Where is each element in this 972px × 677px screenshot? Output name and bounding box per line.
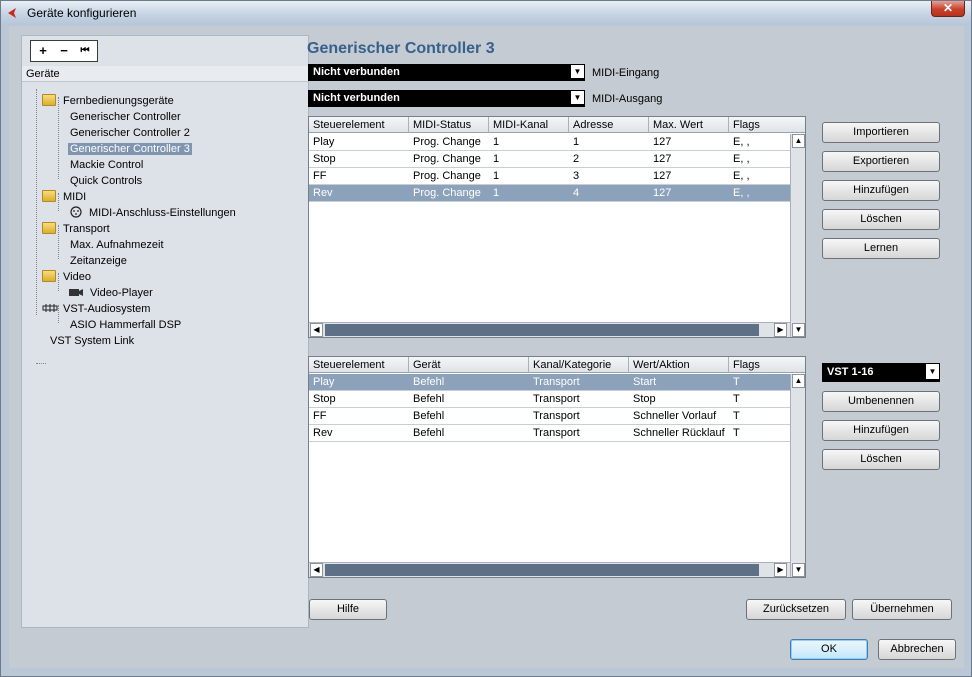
column-header[interactable]: MIDI-Kanal [489, 117, 569, 133]
table-row[interactable]: Rev Prog. Change 1 4 127 E, , [309, 185, 790, 202]
tree-item-transport[interactable]: Transport [42, 221, 112, 237]
device-tree-panel: + − ⏮ Geräte Fernbedienungsgeräte Generi… [21, 35, 309, 628]
column-header[interactable]: MIDI-Status [409, 117, 489, 133]
bank-select[interactable]: VST 1-16 ▼ [822, 363, 940, 382]
tree-item-asio-hammerfall[interactable]: ASIO Hammerfall DSP [68, 317, 183, 333]
vertical-scrollbar[interactable]: ▲ ▼ [790, 374, 805, 577]
tree-item-midi[interactable]: MIDI [42, 189, 88, 205]
horizontal-scrollbar[interactable]: ◀ ▶ [309, 562, 790, 577]
apply-button[interactable]: Übernehmen [852, 599, 952, 620]
reset-button[interactable]: Zurücksetzen [746, 599, 846, 620]
assignments-table: Steuerelement Gerät Kanal/Kategorie Wert… [308, 356, 806, 578]
column-header[interactable]: Kanal/Kategorie [529, 357, 629, 373]
tree-item-generic-controller-3[interactable]: Generischer Controller 3 [68, 141, 192, 157]
midi-port-icon [70, 206, 82, 218]
tree-item-time-display[interactable]: Zeitanzeige [68, 253, 129, 269]
close-icon: ✕ [942, 1, 954, 15]
client-area: + − ⏮ Geräte Fernbedienungsgeräte Generi… [9, 26, 964, 636]
table-header: Steuerelement Gerät Kanal/Kategorie Wert… [309, 357, 805, 373]
cubase-logo-icon [8, 8, 16, 18]
reset-tree-button[interactable]: ⏮ [76, 43, 94, 59]
video-icon [69, 289, 83, 296]
midi-output-select[interactable]: Nicht verbunden ▼ [308, 90, 585, 107]
folder-icon [42, 222, 56, 234]
column-header[interactable]: Max. Wert [649, 117, 729, 133]
vertical-scrollbar[interactable]: ▲ ▼ [790, 134, 805, 337]
folder-icon [42, 270, 56, 282]
scroll-right-icon[interactable]: ▶ [774, 323, 787, 337]
audio-system-icon [42, 304, 58, 312]
column-header[interactable]: Steuerelement [309, 117, 409, 133]
table-row[interactable]: FF Prog. Change 1 3 127 E, , [309, 168, 790, 185]
scroll-up-icon[interactable]: ▲ [792, 134, 805, 148]
add-bank-button[interactable]: Hinzufügen [822, 420, 940, 441]
window-title: Geräte konfigurieren [27, 6, 137, 20]
export-button[interactable]: Exportieren [822, 151, 940, 172]
tree-item-max-record-time[interactable]: Max. Aufnahmezeit [68, 237, 166, 253]
scroll-left-icon[interactable]: ◀ [310, 563, 323, 577]
learn-button[interactable]: Lernen [822, 238, 940, 259]
table-row[interactable]: Stop Prog. Change 1 2 127 E, , [309, 151, 790, 168]
tree-item-midi-port-setup[interactable]: MIDI-Anschluss-Einstellungen [70, 205, 238, 221]
midi-input-label: MIDI-Eingang [592, 67, 660, 79]
horizontal-scrollbar[interactable]: ◀ ▶ [309, 322, 790, 337]
rename-button[interactable]: Umbenennen [822, 391, 940, 412]
folder-icon [42, 94, 56, 106]
column-header[interactable]: Flags [729, 357, 805, 373]
chevron-down-icon: ▼ [926, 364, 939, 379]
add-device-button[interactable]: + [34, 43, 52, 59]
scroll-thumb[interactable] [325, 324, 759, 336]
add-control-button[interactable]: Hinzufügen [822, 180, 940, 201]
table-row[interactable]: Play Prog. Change 1 1 127 E, , [309, 134, 790, 151]
column-header[interactable]: Wert/Aktion [629, 357, 729, 373]
cancel-button[interactable]: Abbrechen [878, 639, 956, 660]
table-header: Steuerelement MIDI-Status MIDI-Kanal Adr… [309, 117, 805, 133]
controller-title: Generischer Controller 3 [307, 40, 495, 57]
dialog-footer: OK Abbrechen [9, 636, 964, 668]
scroll-down-icon[interactable]: ▼ [792, 323, 805, 337]
dialog-window: Geräte konfigurieren ✕ + − ⏮ Geräte Fern… [0, 0, 972, 677]
tree-item-vst-system-link[interactable]: VST System Link [48, 333, 136, 349]
ok-button[interactable]: OK [790, 639, 868, 660]
midi-input-select[interactable]: Nicht verbunden ▼ [308, 64, 585, 81]
close-button[interactable]: ✕ [931, 1, 965, 17]
scroll-down-icon[interactable]: ▼ [792, 563, 805, 577]
tree-item-generic-controller[interactable]: Generischer Controller [68, 109, 183, 125]
tree-item-vst-audio-system[interactable]: VST-Audiosystem [42, 301, 152, 317]
tree-item-video-player[interactable]: Video-Player [68, 285, 155, 301]
tree-toolbar: + − ⏮ [30, 40, 98, 62]
tree-item-mackie-control[interactable]: Mackie Control [68, 157, 145, 173]
device-tree: Fernbedienungsgeräte Generischer Control… [22, 83, 308, 623]
tree-item-generic-controller-2[interactable]: Generischer Controller 2 [68, 125, 192, 141]
scroll-right-icon[interactable]: ▶ [774, 563, 787, 577]
delete-bank-button[interactable]: Löschen [822, 449, 940, 470]
title-bar[interactable]: Geräte konfigurieren ✕ [1, 1, 971, 25]
column-header[interactable]: Adresse [569, 117, 649, 133]
tree-item-quick-controls[interactable]: Quick Controls [68, 173, 144, 189]
help-button[interactable]: Hilfe [309, 599, 387, 620]
chevron-down-icon: ▼ [571, 91, 584, 104]
table-row[interactable]: Rev Befehl Transport Schneller Rücklauf T [309, 425, 790, 442]
table-row[interactable]: Stop Befehl Transport Stop T [309, 391, 790, 408]
scroll-left-icon[interactable]: ◀ [310, 323, 323, 337]
table-row[interactable]: FF Befehl Transport Schneller Vorlauf T [309, 408, 790, 425]
chevron-down-icon: ▼ [571, 65, 584, 78]
tree-item-remote-devices[interactable]: Fernbedienungsgeräte [42, 93, 176, 109]
table-row[interactable]: Play Befehl Transport Start T [309, 374, 790, 391]
tree-item-video[interactable]: Video [42, 269, 93, 285]
column-header[interactable]: Flags [729, 117, 805, 133]
scroll-up-icon[interactable]: ▲ [792, 374, 805, 388]
column-header[interactable]: Gerät [409, 357, 529, 373]
import-button[interactable]: Importieren [822, 122, 940, 143]
midi-output-label: MIDI-Ausgang [592, 93, 663, 105]
scroll-thumb[interactable] [325, 564, 759, 576]
delete-control-button[interactable]: Löschen [822, 209, 940, 230]
remove-device-button[interactable]: − [55, 43, 73, 59]
control-elements-table: Steuerelement MIDI-Status MIDI-Kanal Adr… [308, 116, 806, 338]
column-header[interactable]: Steuerelement [309, 357, 409, 373]
tree-header: Geräte [22, 66, 308, 82]
folder-icon [42, 190, 56, 202]
